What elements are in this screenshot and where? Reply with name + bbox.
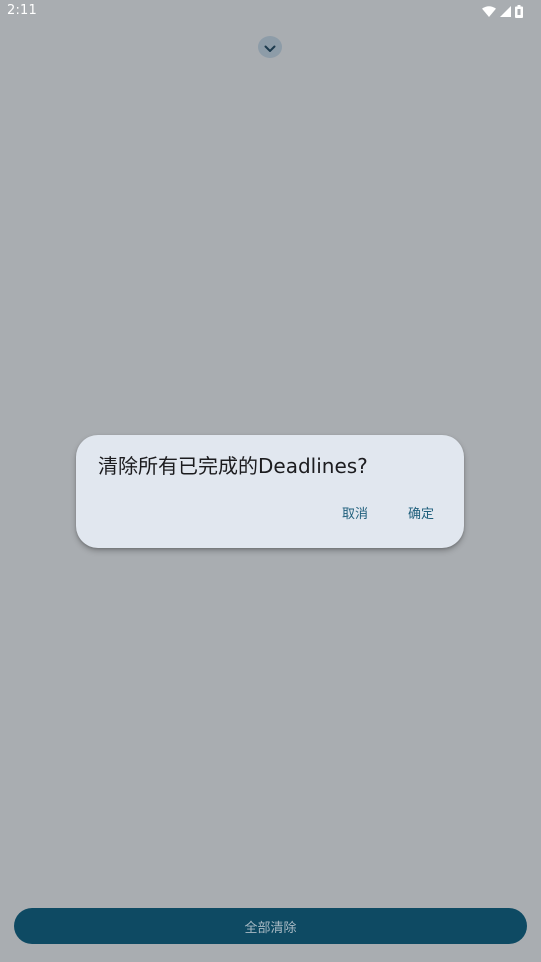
wifi-icon xyxy=(482,5,496,17)
cancel-button[interactable]: 取消 xyxy=(342,506,368,524)
signal-icon xyxy=(500,5,511,17)
dialog-title: 清除所有已完成的Deadlines? xyxy=(98,454,368,478)
confirm-dialog: 清除所有已完成的Deadlines? 取消 确定 xyxy=(76,435,464,548)
status-bar: 2:11 xyxy=(0,0,541,24)
status-icons xyxy=(482,3,523,19)
clear-all-button[interactable]: 全部清除 xyxy=(14,908,527,944)
expand-button[interactable] xyxy=(258,36,282,58)
chevron-down-icon xyxy=(264,38,276,57)
status-time: 2:11 xyxy=(7,3,37,18)
dialog-actions: 取消 确定 xyxy=(342,506,434,524)
confirm-button[interactable]: 确定 xyxy=(408,506,434,524)
battery-icon xyxy=(515,4,523,18)
